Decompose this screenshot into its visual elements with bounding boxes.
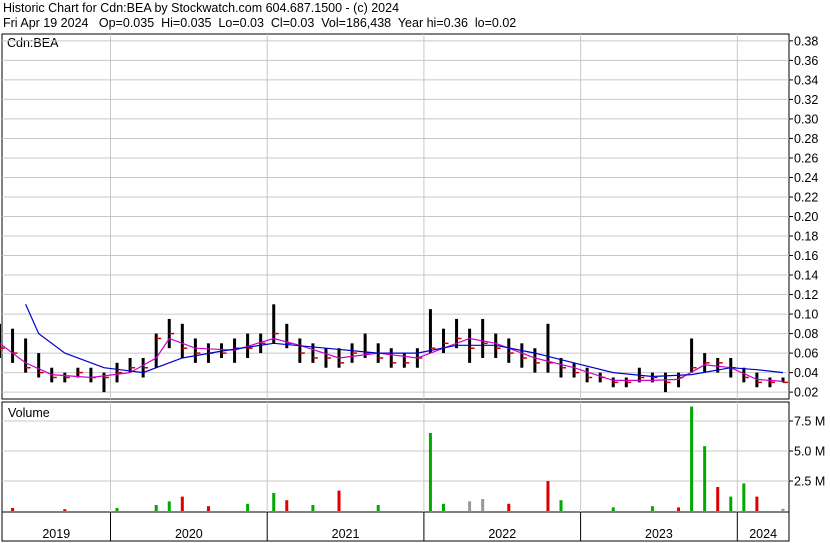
volume-y-tick-label: 5.0 M [794,445,825,459]
x-year-label: 2021 [332,527,360,541]
volume-y-tick-label: 2.5 M [794,475,825,489]
volume-bar [781,508,785,511]
volume-bar [272,493,276,511]
volume-bar [154,505,158,511]
x-year-label: 2022 [488,527,516,541]
x-year-label: 2019 [42,527,70,541]
price-y-tick-label: 0.12 [794,288,818,302]
volume-bar [507,503,511,511]
volume-bar [729,496,733,511]
volume-bar [311,505,315,511]
x-year-label: 2020 [175,527,203,541]
symbol-label: Cdn:BEA [7,36,59,50]
volume-bar [546,481,550,511]
price-y-tick-label: 0.16 [794,249,818,263]
stock-chart: Historic Chart for Cdn:BEA by Stockwatch… [0,0,830,543]
price-y-tick-label: 0.22 [794,190,818,204]
volume-bar [481,499,485,511]
volume-bar [167,501,171,511]
volume-bar [755,496,759,511]
volume-bar [441,503,445,511]
price-y-tick-label: 0.26 [794,151,818,165]
volume-panel [1,401,790,513]
volume-bar [285,500,289,511]
price-y-tick-label: 0.28 [794,132,818,146]
price-y-tick-label: 0.20 [794,210,818,224]
price-y-tick-label: 0.32 [794,93,818,107]
x-year-label: 2023 [645,527,673,541]
price-y-tick-label: 0.18 [794,230,818,244]
price-y-tick-label: 0.30 [794,112,818,126]
volume-bar [677,507,681,511]
volume-bar [246,503,250,511]
volume-bar [559,500,563,511]
price-y-tick-label: 0.02 [794,386,818,400]
volume-bar [376,505,380,511]
volume-bar [742,483,746,511]
volume-bar [611,507,615,511]
volume-y-tick-label: 7.5 M [794,415,825,429]
volume-bar [468,501,472,511]
price-y-tick-label: 0.06 [794,347,818,361]
volume-bar [650,506,654,511]
volume-bar [115,508,119,511]
volume-bar [690,406,694,511]
volume-bar [428,433,432,511]
price-y-tick-label: 0.08 [794,327,818,341]
price-y-tick-label: 0.24 [794,171,818,185]
price-y-tick-label: 0.38 [794,34,818,48]
volume-bar [11,508,15,511]
price-y-tick-label: 0.10 [794,308,818,322]
volume-bar [180,496,184,511]
price-y-tick-label: 0.14 [794,269,818,283]
chart-canvas: Cdn:BEA Volume 0.38 0.36 0.34 0.32 0.30 0.28 0… [0,33,825,542]
volume-bar [206,506,210,511]
volume-bar [337,490,341,511]
x-year-label: 2024 [749,527,777,541]
volume-label: Volume [8,406,50,420]
price-y-tick-label: 0.36 [794,54,818,68]
volume-bar [63,509,67,511]
price-y-tick-label: 0.34 [794,73,818,87]
volume-bar [716,487,720,511]
volume-bar [703,446,707,511]
price-y-tick-label: 0.04 [794,366,818,380]
